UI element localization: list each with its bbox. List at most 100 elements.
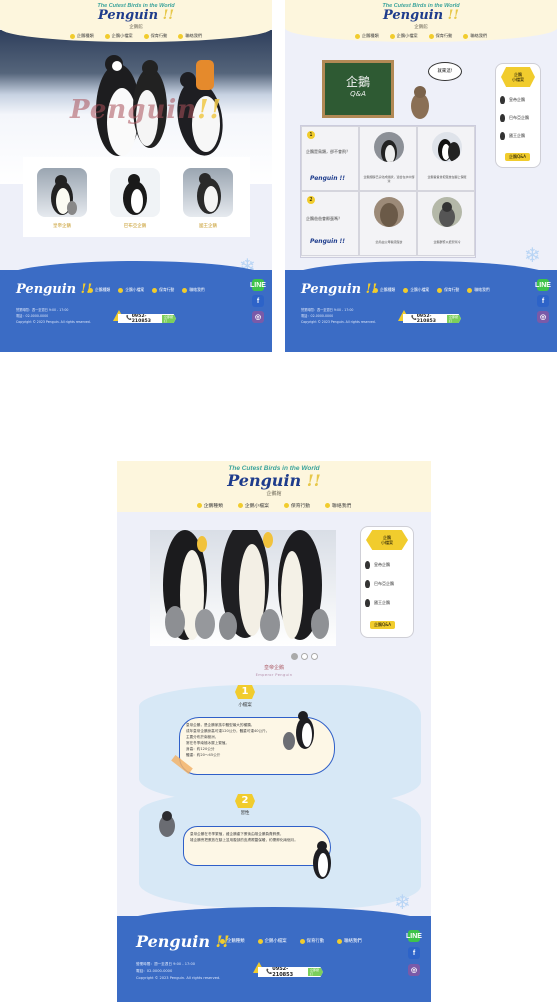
nav-item[interactable]: 企鵝種類 (354, 33, 379, 39)
profile-sidebar: 企鵝 小檔案 皇帝企鵝 巴布亞企鵝 國王企鵝 企鵝Q&A (360, 526, 414, 638)
footer-nav-item[interactable]: 企鵝種類 (373, 287, 395, 293)
instagram-icon[interactable]: ◎ (252, 311, 264, 323)
penguin-icon (500, 96, 505, 104)
facebook-icon[interactable]: f (408, 947, 420, 959)
block-number: 2 (235, 794, 255, 808)
footer-nav: 企鵝種類 企鵝小檔案 保育行動 聯絡我們 (88, 287, 205, 293)
social-links: LINE f ◎ (250, 279, 266, 323)
qa-question-cell: 1 企鵝是鳥類，卻不會飛？ Penguin !! (301, 126, 359, 191)
board-subtitle: Q&A (350, 90, 366, 98)
block-title: 小檔案 (238, 703, 252, 708)
speech-bubble: 就來這! (428, 62, 462, 81)
line-icon[interactable]: LINE (535, 279, 551, 291)
qa-caption: 企鵝翅膀已演化成鰭狀，適合在水中游泳 (363, 175, 415, 183)
phone-badge[interactable]: 📞 0952-210853 立即撥打 (258, 967, 323, 977)
nav-item[interactable]: 企鵝種類 (69, 33, 94, 39)
qa-page-preview: The Cutest Birds in the World Penguin !!… (285, 0, 557, 352)
footer-nav-item[interactable]: 保育行動 (437, 287, 459, 293)
sidebar-title: 企鵝 小檔案 (501, 67, 535, 87)
sidebar-item[interactable]: 巴布亞企鵝 (500, 114, 529, 122)
nav-item[interactable]: 企鵝小檔案 (104, 33, 133, 39)
question-sign: Penguin !! (310, 238, 346, 245)
footer-info: 營業時間：週一至週日 9:00 - 17:00 電話：02-0000-0000 Co… (301, 308, 376, 324)
qa-photo (432, 132, 462, 162)
nav-item[interactable]: 保育行動 (428, 33, 452, 39)
site-logo[interactable]: Penguin !! (285, 9, 557, 23)
site-footer: Penguin !! 企鵝種類 企鵝小檔案 保育行動 聯絡我們 營業時間：週一至… (117, 907, 431, 1002)
facebook-icon[interactable]: f (252, 295, 264, 307)
penguin-illustration (313, 841, 331, 879)
nav-item[interactable]: 保育行動 (143, 33, 167, 39)
site-subtitle: 企鵝館 (414, 25, 428, 30)
nav-item[interactable]: 企鵝小檔案 (237, 502, 269, 509)
footer-nav-item[interactable]: 聯絡我們 (467, 287, 490, 293)
site-logo[interactable]: Penguin !! (117, 472, 431, 489)
nav-item[interactable]: 企鵝種類 (196, 502, 223, 509)
site-subtitle: 企鵝館 (129, 25, 143, 30)
footer-nav-item[interactable]: 企鵝小檔案 (403, 287, 429, 293)
nav-item[interactable]: 聯絡我們 (463, 33, 487, 39)
question-number: 1 (307, 131, 315, 139)
phone-badge[interactable]: 📞 0952-210853 立即撥打 (403, 314, 461, 323)
qa-photo (432, 197, 462, 227)
nav-item[interactable]: 保育行動 (283, 502, 310, 509)
sidebar-item[interactable]: 皇帝企鵝 (500, 96, 525, 104)
footer-logo[interactable]: Penguin !! (301, 282, 377, 297)
species-thumb[interactable] (110, 168, 160, 217)
species-card-label[interactable]: 國王企鵝 (178, 223, 238, 229)
site-logo[interactable]: Penguin !! (0, 9, 272, 23)
slider-dot[interactable] (291, 653, 298, 660)
phone-badge[interactable]: 📞 0952-210853 立即撥打 (118, 314, 176, 323)
footer-nav: 企鵝種類 企鵝小檔案 保育行動 聯絡我們 (220, 938, 362, 944)
home-page-preview: The Cutest Birds in the World Penguin !!… (0, 0, 272, 352)
footer-nav-item[interactable]: 保育行動 (152, 287, 174, 293)
footer-nav-item[interactable]: 企鵝小檔案 (257, 938, 287, 944)
sidebar-title: 企鵝 小檔案 (366, 530, 408, 550)
footer-nav-item[interactable]: 企鵝種類 (220, 938, 245, 944)
nav-item[interactable]: 聯絡我們 (178, 33, 202, 39)
footer-nav-item[interactable]: 保育行動 (299, 938, 324, 944)
footer-nav-item[interactable]: 聯絡我們 (182, 287, 205, 293)
footer-nav-item[interactable]: 企鵝種類 (88, 287, 110, 293)
snowflake-icon: ❄ (394, 890, 411, 914)
species-thumb[interactable] (37, 168, 87, 217)
sidebar-item[interactable]: 國王企鵝 (500, 132, 525, 140)
question-sign: Penguin !! (310, 175, 346, 182)
question-text: 企鵝是鳥類，卻不會飛？ (306, 149, 350, 154)
species-card-label[interactable]: 巴布亞企鵝 (105, 223, 165, 229)
hero-title: Penguin!! (70, 95, 222, 125)
sidebar-item[interactable]: 皇帝企鵝 (365, 561, 390, 569)
site-subtitle: 企鵝館 (266, 491, 282, 497)
species-thumb[interactable] (183, 168, 233, 217)
line-icon[interactable]: LINE (406, 930, 422, 942)
main-nav: 企鵝種類 企鵝小檔案 保育行動 聯絡我們 (285, 33, 557, 39)
footer-nav-item[interactable]: 聯絡我們 (337, 938, 362, 944)
footer-nav-item[interactable]: 企鵝小檔案 (118, 287, 144, 293)
slider-dot[interactable] (301, 653, 308, 660)
line-icon[interactable]: LINE (250, 279, 266, 291)
footer-logo[interactable]: Penguin !! (136, 932, 230, 951)
sidebar-item[interactable]: 國王企鵝 (365, 599, 390, 607)
main-nav: 企鵝種類 企鵝小檔案 保育行動 聯絡我們 (117, 502, 431, 509)
social-links: LINE f ◎ (535, 279, 551, 323)
nav-item[interactable]: 聯絡我們 (325, 502, 351, 509)
penguin-family-illustration (283, 711, 314, 750)
nav-item[interactable]: 企鵝小檔案 (389, 33, 418, 39)
social-links: LINE f ◎ (406, 930, 422, 976)
sidebar-item[interactable]: 巴布亞企鵝 (365, 580, 394, 588)
photo-slider[interactable] (150, 530, 336, 646)
qa-button[interactable]: 企鵝Q&A (370, 621, 396, 629)
footer-logo[interactable]: Penguin !! (16, 282, 92, 297)
block-title: 習性 (240, 811, 250, 816)
instagram-icon[interactable]: ◎ (537, 311, 549, 323)
species-card-label[interactable]: 皇帝企鵝 (32, 223, 92, 229)
penguin-icon (365, 561, 370, 569)
snowflake-icon: ❄ (524, 243, 541, 267)
footer-info: 營業時間：週一至週日 9:00 - 17:00 電話：02-0000-0000 Co… (16, 308, 91, 324)
site-header: The Cutest Birds in the World Penguin !!… (0, 0, 272, 42)
facebook-icon[interactable]: f (537, 295, 549, 307)
instagram-icon[interactable]: ◎ (408, 964, 420, 976)
qa-button[interactable]: 企鵝Q&A (505, 153, 531, 161)
slider-dot[interactable] (311, 653, 318, 660)
qa-photo-cell: 企鵝群聚以抵禦寒冷 (417, 191, 475, 256)
